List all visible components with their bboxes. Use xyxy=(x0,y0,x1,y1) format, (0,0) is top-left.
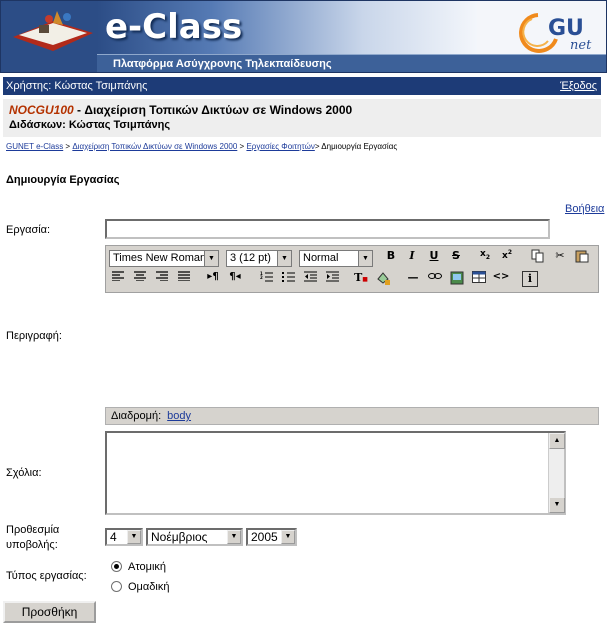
size-select-value: 3 (12 pt) xyxy=(230,252,271,264)
title-input[interactable] xyxy=(105,219,550,239)
chevron-down-icon: ▼ xyxy=(277,251,291,266)
path-body-link[interactable]: body xyxy=(167,410,191,422)
book-logo-icon xyxy=(13,11,93,51)
indent-icon[interactable] xyxy=(323,271,341,289)
course-title: NOCGU100 - Διαχείριση Τοπικών Δικτύων σε… xyxy=(9,103,595,117)
strikethrough-icon[interactable]: S xyxy=(447,249,465,267)
copy-icon[interactable] xyxy=(529,249,547,267)
description-label: Περιγραφή: xyxy=(6,330,62,342)
deadline-label-line2: υποβολής: xyxy=(6,539,58,551)
font-select[interactable]: Times New Roman ▼ xyxy=(109,250,219,267)
scroll-up-icon[interactable]: ▲ xyxy=(549,433,565,449)
horizontal-rule-icon[interactable]: — xyxy=(404,271,422,289)
deadline-label-line1: Προθεσμία xyxy=(6,524,60,536)
align-right-icon[interactable] xyxy=(153,271,171,289)
chevron-down-icon: ▼ xyxy=(358,251,372,266)
highlight-color-icon[interactable] xyxy=(374,271,392,289)
help-link[interactable]: Βοήθεια xyxy=(565,203,604,215)
gunet-logo-icon: GU net xyxy=(519,13,592,53)
chevron-down-icon: ▼ xyxy=(281,530,295,544)
eclass-logo: e-Class xyxy=(105,7,242,47)
logout-link[interactable]: Έξοδος xyxy=(560,77,597,95)
align-left-icon[interactable] xyxy=(109,271,127,289)
type-group-label: Ομαδική xyxy=(128,581,170,593)
html-source-icon[interactable]: <> xyxy=(492,271,510,289)
breadcrumb-home[interactable]: GUNET e-Class xyxy=(6,142,63,151)
user-bar: Χρήστης: Κώστας Τσιμπάνης Έξοδος xyxy=(3,77,601,95)
breadcrumb-assignments[interactable]: Εργασίες Φοιτητών xyxy=(246,142,314,151)
format-select[interactable]: Normal ▼ xyxy=(299,250,373,267)
breadcrumb-current: Δημιουργία Εργασίας xyxy=(321,142,398,151)
day-select[interactable]: 4 ▼ xyxy=(105,528,143,546)
course-name: - Διαχείριση Τοπικών Δικτύων σε Windows … xyxy=(73,103,353,117)
unordered-list-icon[interactable] xyxy=(279,271,297,289)
page-title: Δημιουργία Εργασίας xyxy=(6,174,120,186)
breadcrumb: GUNET e-Class > Διαχείριση Τοπικών Δικτύ… xyxy=(6,142,398,151)
ltr-icon[interactable]: ▸¶ xyxy=(204,271,222,289)
align-center-icon[interactable] xyxy=(131,271,149,289)
scroll-down-icon[interactable]: ▼ xyxy=(549,497,565,513)
day-select-value: 4 xyxy=(110,530,117,544)
chevron-down-icon: ▼ xyxy=(227,530,241,544)
svg-text:2: 2 xyxy=(260,275,263,280)
svg-text:net: net xyxy=(570,38,592,53)
comments-label: Σχόλια: xyxy=(6,467,42,479)
chevron-down-icon: ▼ xyxy=(204,251,218,266)
editor-toolbar: Times New Roman ▼ 3 (12 pt) ▼ Normal ▼ B I … xyxy=(105,245,599,293)
rtl-icon[interactable]: ¶◂ xyxy=(226,271,244,289)
user-name-text: Χρήστης: Κώστας Τσιμπάνης xyxy=(6,80,148,92)
eclass-logo-text: e-Class xyxy=(105,7,243,47)
size-select[interactable]: 3 (12 pt) ▼ xyxy=(226,250,292,267)
chevron-down-icon: ▼ xyxy=(127,530,141,544)
font-select-value: Times New Roman xyxy=(113,252,207,264)
course-code: NOCGU100 xyxy=(9,103,74,117)
month-select[interactable]: Νοέμβριος ▼ xyxy=(146,528,243,546)
type-label: Τύπος εργασίας: xyxy=(6,570,87,582)
description-editor[interactable] xyxy=(105,293,599,407)
year-select[interactable]: 2005 ▼ xyxy=(246,528,297,546)
cut-icon[interactable]: ✂ xyxy=(551,249,569,267)
link-icon[interactable] xyxy=(426,271,444,289)
comments-textarea[interactable]: ▲ ▼ xyxy=(105,431,566,515)
course-info: NOCGU100 - Διαχείριση Τοπικών Δικτύων σε… xyxy=(3,99,601,137)
breadcrumb-course[interactable]: Διαχείριση Τοπικών Δικτύων σε Windows 20… xyxy=(72,142,237,151)
year-select-value: 2005 xyxy=(251,530,278,544)
info-icon[interactable]: i xyxy=(522,271,538,287)
header-subtitle: Πλατφόρμα Ασύγχρονης Τηλεκπαίδευσης xyxy=(97,54,606,72)
month-select-value: Νοέμβριος xyxy=(151,530,208,544)
title-label: Εργασία: xyxy=(6,224,51,236)
site-header: e-Class GU net Πλατφόρμα Ασύγχρονης Τηλε… xyxy=(0,0,607,73)
add-button[interactable]: Προσθήκη xyxy=(3,601,96,623)
course-instructor: Διδάσκων: Κώστας Τσιμπάνης xyxy=(9,119,171,131)
text-color-icon[interactable]: T■ xyxy=(352,271,370,289)
image-icon[interactable] xyxy=(448,271,466,289)
table-icon[interactable] xyxy=(470,271,488,289)
bold-icon[interactable]: B xyxy=(382,249,400,267)
format-select-value: Normal xyxy=(303,252,339,264)
ordered-list-icon[interactable]: 12 xyxy=(257,271,275,289)
paste-icon[interactable] xyxy=(573,249,591,267)
editor-path-bar: Διαδρομή: body xyxy=(105,407,599,425)
subscript-icon[interactable]: x2 xyxy=(476,249,494,267)
superscript-icon[interactable]: x2 xyxy=(498,249,516,267)
underline-icon[interactable]: U xyxy=(425,249,443,267)
outdent-icon[interactable] xyxy=(301,271,319,289)
comments-scrollbar[interactable]: ▲ ▼ xyxy=(548,433,565,513)
type-group-radio[interactable] xyxy=(111,581,122,592)
path-label: Διαδρομή: xyxy=(111,410,162,422)
type-individual-label: Ατομική xyxy=(128,561,167,573)
justify-icon[interactable] xyxy=(175,271,193,289)
italic-icon[interactable]: I xyxy=(403,249,421,267)
type-individual-radio[interactable] xyxy=(111,561,122,572)
